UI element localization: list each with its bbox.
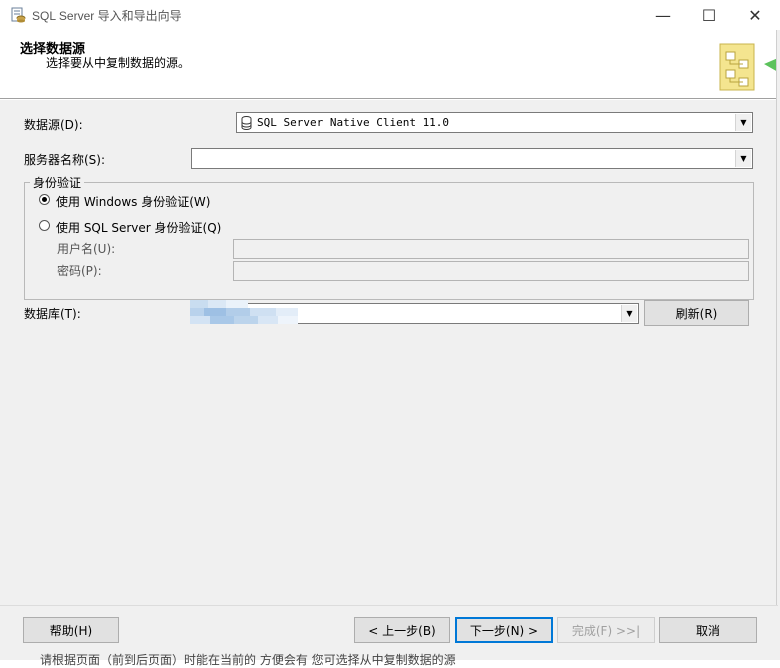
chevron-down-icon[interactable]: ▼ <box>621 305 637 322</box>
sql-auth-label[interactable]: 使用 SQL Server 身份验证(Q) <box>56 219 221 236</box>
cancel-button[interactable]: 取消 <box>659 617 757 643</box>
server-name-combo[interactable]: ▼ <box>191 148 753 169</box>
password-field[interactable] <box>233 261 749 281</box>
page-subtitle: 选择要从中复制数据的源。 <box>46 56 191 70</box>
redacted-mask <box>190 300 298 324</box>
server-name-label: 服务器名称(S): <box>24 153 106 167</box>
windows-auth-radio[interactable] <box>39 194 50 205</box>
chevron-down-icon[interactable]: ▼ <box>735 114 751 131</box>
next-button[interactable]: 下一步(N) > <box>455 617 553 643</box>
windows-auth-label[interactable]: 使用 Windows 身份验证(W) <box>56 193 210 210</box>
datasource-label: 数据源(D): <box>24 118 83 132</box>
minimize-icon: — <box>655 5 671 25</box>
sql-auth-radio[interactable] <box>39 220 50 231</box>
refresh-button[interactable]: 刷新(R) <box>644 300 749 326</box>
maximize-icon: ☐ <box>701 5 717 25</box>
content-panel <box>0 100 778 605</box>
chevron-down-icon[interactable]: ▼ <box>735 150 751 167</box>
database-icon <box>241 116 252 133</box>
window-title: SQL Server 导入和导出向导 <box>32 9 182 23</box>
username-label: 用户名(U): <box>57 242 116 256</box>
auth-group-label: 身份验证 <box>30 174 85 191</box>
finish-button[interactable]: 完成(F) >>| <box>557 617 655 643</box>
datasource-select[interactable]: SQL Server Native Client 11.0 ▼ <box>236 112 753 133</box>
datasource-value: SQL Server Native Client 11.0 <box>257 116 450 129</box>
wizard-graphic-icon <box>716 38 778 96</box>
window-right-edge <box>776 30 780 660</box>
close-button[interactable]: ✕ <box>732 0 778 30</box>
maximize-button[interactable]: ☐ <box>686 0 732 30</box>
minimize-button[interactable]: — <box>640 0 686 30</box>
wizard-header: 选择数据源 选择要从中复制数据的源。 <box>0 30 778 98</box>
password-label: 密码(P): <box>57 264 102 278</box>
back-button[interactable]: < 上一步(B) <box>354 617 450 643</box>
username-field[interactable] <box>233 239 749 259</box>
close-icon: ✕ <box>748 5 762 25</box>
database-label: 数据库(T): <box>24 307 81 321</box>
app-icon <box>10 7 26 23</box>
help-button[interactable]: 帮助(H) <box>23 617 119 643</box>
